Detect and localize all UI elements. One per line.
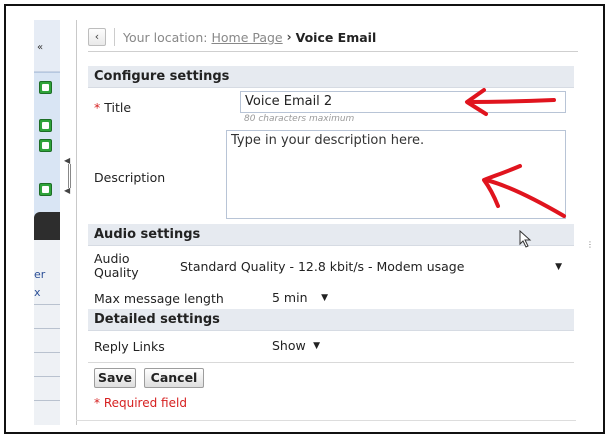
- max-length-value: 5 min: [272, 290, 308, 305]
- sidebar-dark-tab: [34, 212, 60, 240]
- audio-quality-select[interactable]: Standard Quality - 12.8 kbit/s - Modem u…: [176, 257, 568, 277]
- mouse-pointer-icon: [519, 230, 532, 248]
- breadcrumb-current: Voice Email: [295, 29, 377, 45]
- left-sidebar: « er x: [34, 20, 60, 425]
- required-field-note: * Required field: [94, 396, 187, 410]
- reply-links-label: Reply Links: [94, 339, 165, 354]
- splitter-grip: [68, 164, 69, 188]
- screenshot-frame: « er x ◀ ◀ ‹ Your location: Home Page › …: [4, 4, 605, 434]
- content-border: [76, 20, 77, 425]
- sidebar-header: «: [34, 20, 60, 72]
- sidebar-divider: [34, 352, 60, 353]
- reply-links-select[interactable]: Show ▼: [268, 336, 326, 356]
- audio-settings-heading: Audio settings: [88, 224, 574, 246]
- collapse-icon[interactable]: «: [37, 42, 43, 53]
- description-label: Description: [94, 170, 166, 185]
- reply-links-value: Show: [272, 338, 306, 353]
- description-textarea[interactable]: Type in your description here.: [226, 130, 566, 219]
- breadcrumb-separator: ›: [286, 30, 292, 44]
- max-length-select[interactable]: 5 min ▼: [268, 288, 334, 308]
- add-icon[interactable]: [39, 81, 52, 94]
- breadcrumb: ‹ Your location: Home Page › Voice Email: [88, 24, 376, 50]
- scroll-marker: ⋮: [586, 240, 594, 249]
- add-icon[interactable]: [39, 139, 52, 152]
- sidebar-divider: [34, 304, 60, 305]
- audio-quality-value: Standard Quality - 12.8 kbit/s - Modem u…: [180, 259, 465, 274]
- sidebar-divider: [34, 376, 60, 377]
- panel-splitter[interactable]: ◀ ◀: [64, 156, 74, 196]
- splitter-grip: [70, 164, 71, 188]
- dropdown-caret-icon: ▼: [313, 341, 320, 351]
- title-input[interactable]: Voice Email 2: [240, 91, 566, 113]
- sidebar-link[interactable]: x: [34, 286, 41, 299]
- breadcrumb-prefix: Your location:: [123, 29, 208, 45]
- arrow-left-icon: ◀: [64, 186, 71, 195]
- configure-settings-heading: Configure settings: [88, 66, 574, 88]
- add-icon[interactable]: [39, 183, 52, 196]
- title-label-text: Title: [104, 100, 132, 115]
- dropdown-caret-icon: ▼: [321, 293, 328, 303]
- sidebar-blue-panel: [34, 72, 60, 222]
- required-marker: *: [94, 100, 101, 115]
- horizontal-scrollbar[interactable]: [76, 420, 576, 426]
- sidebar-divider: [34, 328, 60, 329]
- dropdown-caret-icon: ▼: [555, 262, 562, 272]
- form-divider: [88, 362, 574, 363]
- add-icon[interactable]: [39, 119, 52, 132]
- detailed-settings-heading: Detailed settings: [88, 309, 574, 331]
- settings-form: Configure settings * Title Voice Email 2…: [88, 66, 574, 426]
- title-label: * Title: [94, 100, 131, 115]
- breadcrumb-divider: [114, 28, 115, 46]
- breadcrumb-underline: [88, 51, 578, 52]
- title-hint: 80 characters maximum: [244, 114, 355, 124]
- max-length-label: Max message length: [94, 291, 224, 306]
- sidebar-link[interactable]: er: [34, 268, 45, 281]
- save-button[interactable]: Save: [94, 368, 136, 388]
- sidebar-divider: [34, 400, 60, 401]
- audio-quality-label: Audio Quality: [94, 251, 139, 280]
- sidebar-list: er x: [34, 240, 60, 425]
- cancel-button[interactable]: Cancel: [144, 368, 204, 388]
- back-button[interactable]: ‹: [88, 28, 106, 46]
- breadcrumb-home-link[interactable]: Home Page: [211, 30, 282, 45]
